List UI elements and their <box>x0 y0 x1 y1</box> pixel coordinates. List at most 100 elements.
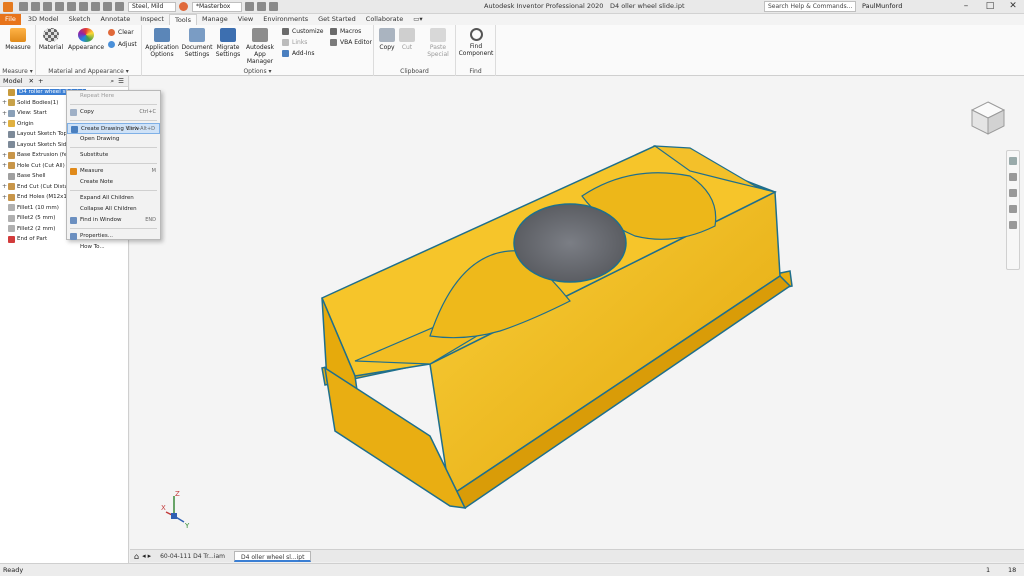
material-appearance-panel-label[interactable]: Material and Appearance ▾ <box>36 68 141 75</box>
minimize-button[interactable]: – <box>955 0 977 13</box>
tab-environments[interactable]: Environments <box>258 14 313 25</box>
context-menu: Repeat Here Copy Ctrl+C Create Drawing Vi… <box>66 90 161 250</box>
measure-qat-icon[interactable] <box>269 2 278 11</box>
tab-scroll-right-icon[interactable]: ▸ <box>148 552 152 560</box>
pan-hand-icon[interactable] <box>1009 173 1017 181</box>
navigation-bar <box>1006 150 1020 270</box>
macros-button[interactable]: Macros <box>330 28 361 35</box>
doc-tab-part[interactable]: D4 oller wheel sl...ipt <box>234 550 312 562</box>
user-account[interactable]: PaulMunford <box>862 2 902 10</box>
menu-item-properties[interactable]: Properties... <box>67 231 160 242</box>
menu-item-create-drawing-view[interactable]: Create Drawing View Ctrl+Alt+D <box>67 123 160 134</box>
app-manager-button[interactable]: Autodesk App Manager <box>241 28 279 65</box>
migrate-settings-button[interactable]: Migrate Settings <box>214 28 242 58</box>
tab-collaborate[interactable]: Collaborate <box>361 14 408 25</box>
cut-button[interactable]: Cut <box>398 28 416 51</box>
ribbon-options-icon[interactable]: ▭▾ <box>408 14 427 25</box>
appearance-ball-icon <box>179 2 188 11</box>
select-icon[interactable] <box>91 2 100 11</box>
customize-button[interactable]: Customize <box>282 28 324 35</box>
undo-icon[interactable] <box>55 2 64 11</box>
search-input[interactable]: Search Help & Commands... <box>764 1 856 12</box>
close-button[interactable]: ✕ <box>1002 0 1024 13</box>
material-button[interactable]: Material <box>38 28 64 51</box>
tab-annotate[interactable]: Annotate <box>96 14 136 25</box>
home-icon[interactable] <box>79 2 88 11</box>
document-settings-label: Document Settings <box>181 44 213 58</box>
app-manager-label: Autodesk App Manager <box>245 44 275 65</box>
tree-item-icon <box>8 120 15 128</box>
add-ins-button[interactable]: Add-Ins <box>282 50 314 57</box>
options-panel-label[interactable]: Options ▾ <box>142 68 373 75</box>
copy-button[interactable]: Copy <box>376 28 398 51</box>
browser-header: Model ✕ + ⌕ ☰ <box>0 76 128 87</box>
update-icon[interactable] <box>103 2 112 11</box>
menu-item-open-drawing[interactable]: Open Drawing <box>67 134 160 145</box>
tab-tools[interactable]: Tools <box>168 14 197 25</box>
clear-button[interactable]: Clear <box>108 29 134 36</box>
clear-icon <box>108 29 115 36</box>
find-component-button[interactable]: Find Component <box>458 28 494 57</box>
menu-item-expand-all[interactable]: Expand All Children <box>67 193 160 204</box>
menu-icon[interactable]: ☰ <box>118 77 124 85</box>
appearance-combo[interactable]: *Masterbox <box>192 1 242 12</box>
steering-wheel-icon[interactable] <box>1009 157 1017 165</box>
menu-item-substitute[interactable]: Substitute <box>67 150 160 161</box>
links-button[interactable]: Links <box>282 39 307 46</box>
fx-icon[interactable] <box>257 2 266 11</box>
application-options-button[interactable]: Application Options <box>144 28 180 58</box>
close-browser-icon[interactable]: ✕ <box>29 77 34 85</box>
open-icon[interactable] <box>31 2 40 11</box>
measure-button[interactable]: Measure <box>3 28 33 51</box>
search-icon[interactable]: ⌕ <box>111 77 115 86</box>
orbit-icon[interactable] <box>1009 205 1017 213</box>
maximize-button[interactable]: □ <box>979 0 1001 13</box>
adjust-button[interactable]: Adjust <box>108 41 137 48</box>
tab-get-started[interactable]: Get Started <box>313 14 361 25</box>
doc-tab-assembly[interactable]: 60-04-111 D4 Tr...iam <box>154 551 231 562</box>
menu-item-find-in-window[interactable]: Find in Window END <box>67 215 160 226</box>
clipboard-panel: Copy Cut Paste Special Clipboard <box>374 25 456 76</box>
tree-item-label: End Holes (M12x1... <box>17 194 73 201</box>
menu-item-label: Expand All Children <box>80 195 134 201</box>
properties-icon <box>70 233 77 240</box>
menu-item-measure[interactable]: Measure M <box>67 166 160 177</box>
menu-item-create-note[interactable]: Create Note <box>67 177 160 188</box>
view-cube[interactable] <box>968 98 1008 138</box>
document-tabs: ⌂ ◂ ▸ 60-04-111 D4 Tr...iam D4 oller whe… <box>130 549 1024 562</box>
tab-file[interactable]: File <box>0 14 21 25</box>
browser-title[interactable]: Model <box>3 77 23 85</box>
zoom-icon[interactable] <box>1009 189 1017 197</box>
macros-label: Macros <box>340 28 362 35</box>
new-icon[interactable] <box>19 2 28 11</box>
material-icon <box>43 28 59 42</box>
part-model[interactable] <box>130 76 1024 549</box>
home-icon[interactable]: ⌂ <box>134 552 139 561</box>
look-at-icon[interactable] <box>1009 221 1017 229</box>
inventor-logo-icon[interactable] <box>3 1 13 12</box>
material-combo[interactable]: Steel, Mild <box>128 1 176 12</box>
appearance-button[interactable]: Appearance <box>68 28 104 51</box>
menu-item-repeat-here[interactable]: Repeat Here <box>67 91 160 102</box>
tab-sketch[interactable]: Sketch <box>64 14 96 25</box>
add-browser-icon[interactable]: + <box>38 77 43 85</box>
gear-icon[interactable] <box>115 2 124 11</box>
save-icon[interactable] <box>43 2 52 11</box>
paste-special-button[interactable]: Paste Special <box>424 28 452 58</box>
vba-editor-button[interactable]: VBA Editor <box>330 39 372 46</box>
tab-scroll-left-icon[interactable]: ◂ <box>142 552 146 560</box>
measure-panel-label[interactable]: Measure ▾ <box>0 68 35 75</box>
redo-icon[interactable] <box>67 2 76 11</box>
menu-item-how-to[interactable]: How To... <box>67 242 160 253</box>
tab-inspect[interactable]: Inspect <box>135 14 169 25</box>
document-settings-button[interactable]: Document Settings <box>181 28 213 58</box>
tab-3d-model[interactable]: 3D Model <box>23 14 64 25</box>
graphics-viewport[interactable]: Z X Y <box>130 76 1024 549</box>
tree-item-label: View: Start <box>17 110 47 117</box>
material-appearance-panel: Material Appearance Clear Adjust Materia… <box>36 25 142 76</box>
tab-manage[interactable]: Manage <box>197 14 233 25</box>
menu-item-collapse-all[interactable]: Collapse All Children <box>67 204 160 215</box>
menu-item-copy[interactable]: Copy Ctrl+C <box>67 107 160 118</box>
clear-override-icon[interactable] <box>245 2 254 11</box>
tab-view[interactable]: View <box>233 14 258 25</box>
